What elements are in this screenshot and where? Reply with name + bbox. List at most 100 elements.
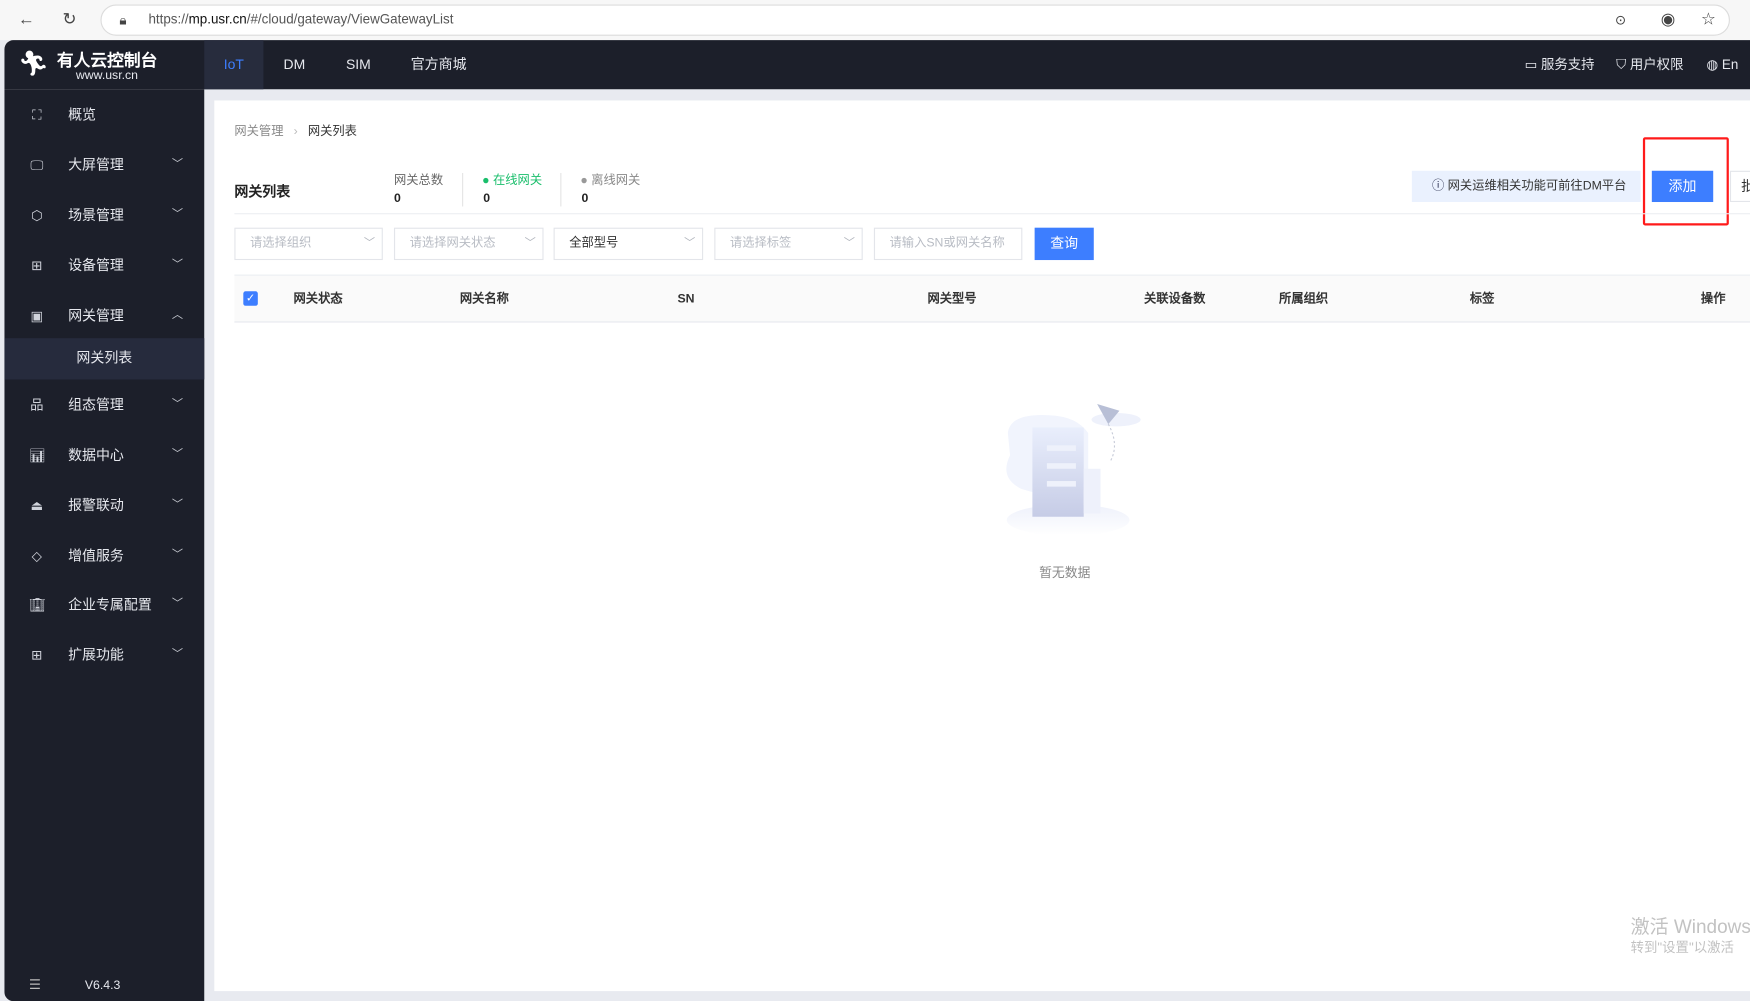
language-link[interactable]: ◍ En [1707, 40, 1739, 89]
column-header-status[interactable]: 网关状态 [294, 276, 343, 323]
sidebar-item-gateway[interactable]: ▣ 网关管理 ︿ [4, 294, 204, 339]
tab-sim[interactable]: SIM [326, 40, 391, 89]
chevron-down-icon: ﹀ [684, 237, 696, 251]
model-select[interactable]: 全部型号 ﹀ [553, 227, 704, 261]
sidebar-item-device[interactable]: ⊞ 设备管理 ﹀ [4, 243, 204, 288]
tab-iot[interactable]: IoT [204, 40, 264, 90]
hierarchy-icon: 品 [30, 397, 44, 413]
tab-store[interactable]: 官方商城 [391, 40, 487, 89]
sidebar-item-data-center[interactable]: 📊︎ 数据中心 ﹀ [4, 433, 204, 478]
link-label: 用户权限 [1629, 56, 1684, 73]
column-header-sn[interactable]: SN [677, 276, 694, 323]
stat-divider [560, 172, 562, 207]
bar-chart-icon: 📊︎ [29, 447, 47, 464]
batch-button[interactable]: 批 [1729, 170, 1750, 203]
breadcrumb-current: 网关列表 [307, 125, 357, 139]
device-icon: ⊞ [31, 257, 43, 274]
sidebar-item-label: 扩展功能 [68, 647, 124, 663]
divider [234, 213, 1750, 215]
stat-divider [462, 172, 464, 207]
batch-label: 批 [1741, 179, 1750, 195]
back-icon[interactable]: ← [18, 9, 35, 31]
tab-label: 官方商城 [410, 56, 467, 73]
add-button[interactable]: 添加 [1651, 170, 1714, 203]
link-label: En [1721, 56, 1739, 73]
tag-select[interactable]: 请选择标签 ﹀ [714, 227, 863, 261]
url-prefix: https:// [148, 11, 189, 27]
tab-label: IoT [223, 56, 244, 73]
sidebar-item-extensions[interactable]: ⊞ 扩展功能 ﹀ [4, 633, 204, 678]
cube-icon: ⬡ [30, 207, 43, 224]
stat-label: 在线网关 [492, 174, 543, 188]
column-header-actions[interactable]: 操作 [1701, 276, 1726, 323]
tab-label: SIM [345, 56, 371, 73]
stat-online-label: ● 在线网关 [482, 171, 542, 189]
chevron-down-icon: ﹀ [171, 598, 184, 611]
chart-icon: ▣ [30, 308, 44, 324]
logo[interactable]: 🏃︎ 有人云控制台 www.usr.cn [18, 47, 208, 85]
search-input[interactable]: 请输入SN或网关名称 [873, 227, 1023, 261]
chevron-down-icon: ﹀ [171, 648, 184, 661]
sidebar-item-label: 企业专属配置 [68, 597, 152, 613]
select-all-checkbox[interactable]: ✓ [243, 291, 258, 306]
sidebar-item-scene[interactable]: ⬡ 场景管理 ﹀ [4, 193, 204, 238]
column-header-model[interactable]: 网关型号 [927, 276, 976, 323]
chevron-down-icon: ﹀ [363, 237, 376, 251]
reload-icon[interactable]: ↻ [63, 9, 77, 31]
add-label: 添加 [1668, 178, 1697, 195]
url-path: /#/cloud/gateway/ViewGatewayList [246, 11, 454, 27]
service-support-link[interactable]: ▭ 服务支持 [1525, 40, 1595, 89]
column-header-tag[interactable]: 标签 [1470, 276, 1495, 323]
sidebar-item-label: 设备管理 [68, 257, 124, 274]
windows-watermark-title: 激活 Windows [1630, 916, 1750, 938]
sidebar-item-label: 组态管理 [68, 397, 124, 413]
shield-icon: ⛉ [1616, 56, 1630, 73]
monitor-icon: 🖵︎ [30, 157, 44, 173]
sidebar-item-enterprise[interactable]: 🏢︎ 企业专属配置 ﹀ [4, 583, 204, 628]
user-permission-link[interactable]: ⛉ 用户权限 [1616, 40, 1683, 89]
info-icon: ⓘ [1431, 179, 1448, 194]
lock-icon[interactable]: 🔒︎ [119, 9, 126, 31]
sidebar-item-overview[interactable]: ⛶ 概览 [4, 93, 204, 138]
chevron-down-icon: ﹀ [524, 237, 536, 251]
sidebar-item-label: 大屏管理 [68, 157, 124, 173]
chevron-down-icon: ﹀ [171, 398, 184, 411]
sidebar-subitem-gateway-list[interactable]: 网关列表 [4, 338, 205, 380]
edge-icon[interactable]: ◉ [1661, 9, 1676, 31]
sidebar-item-label: 网关管理 [68, 308, 124, 324]
overview-icon: ⛶ [32, 107, 42, 123]
sidebar-item-value-added[interactable]: ◇ 增值服务 ﹀ [4, 533, 204, 578]
dm-info-notice: ⓘ 网关运维相关功能可前往DM平台 [1411, 170, 1641, 203]
stat-label: 离线网关 [591, 174, 641, 188]
search-placeholder: 请输入SN或网关名称 [889, 236, 1005, 251]
column-header-device-count[interactable]: 关联设备数 [1144, 276, 1205, 323]
chevron-down-icon: ﹀ [171, 258, 184, 272]
sidebar-item-configuration[interactable]: 品 组态管理 ﹀ [4, 383, 204, 428]
column-header-name[interactable]: 网关名称 [460, 276, 509, 323]
column-header-org[interactable]: 所属组织 [1279, 276, 1328, 323]
select-placeholder: 请选择网关状态 [409, 236, 496, 251]
stat-online-value: 0 [483, 191, 491, 206]
sidebar-item-bigscreen[interactable]: 🖵︎ 大屏管理 ﹀ [4, 143, 204, 188]
tab-label: DM [283, 56, 306, 73]
query-label: 查询 [1050, 235, 1079, 252]
chevron-down-icon: ﹀ [171, 208, 184, 221]
location-icon[interactable]: ⊙ [1615, 9, 1626, 31]
status-select[interactable]: 请选择网关状态 ﹀ [393, 227, 544, 261]
sidebar-item-alarm[interactable]: ⏏ 报警联动 ﹀ [4, 483, 204, 528]
query-button[interactable]: 查询 [1034, 227, 1094, 261]
top-nav: 🏃︎ 有人云控制台 www.usr.cn IoT DM SIM 官方商城 ▭ 服… [4, 40, 1750, 90]
building-icon: 🏢︎ [29, 597, 47, 613]
tab-dm[interactable]: DM [263, 40, 325, 89]
breadcrumb-item-gateway[interactable]: 网关管理 [234, 125, 283, 138]
collapse-menu-icon[interactable]: ☰ [29, 977, 41, 993]
sidebar: ⛶ 概览 🖵︎ 大屏管理 ﹀ ⬡ 场景管理 ﹀ ⊞ 设备管理 ﹀ ▣ 网关管理 ︿ 网关列表 品 组… [4, 89, 205, 1001]
url-text[interactable]: https://mp.usr.cn/#/cloud/gateway/ViewGa… [148, 11, 453, 27]
org-select[interactable]: 请选择组织 ﹀ [234, 227, 383, 261]
sidebar-item-label: 数据中心 [68, 447, 124, 464]
empty-data-illustration [1006, 404, 1141, 534]
chevron-down-icon: ﹀ [171, 158, 184, 171]
grid-icon: ⊞ [31, 647, 43, 663]
star-icon[interactable]: ☆ [1701, 9, 1716, 31]
sidebar-item-label: 概览 [68, 107, 97, 123]
